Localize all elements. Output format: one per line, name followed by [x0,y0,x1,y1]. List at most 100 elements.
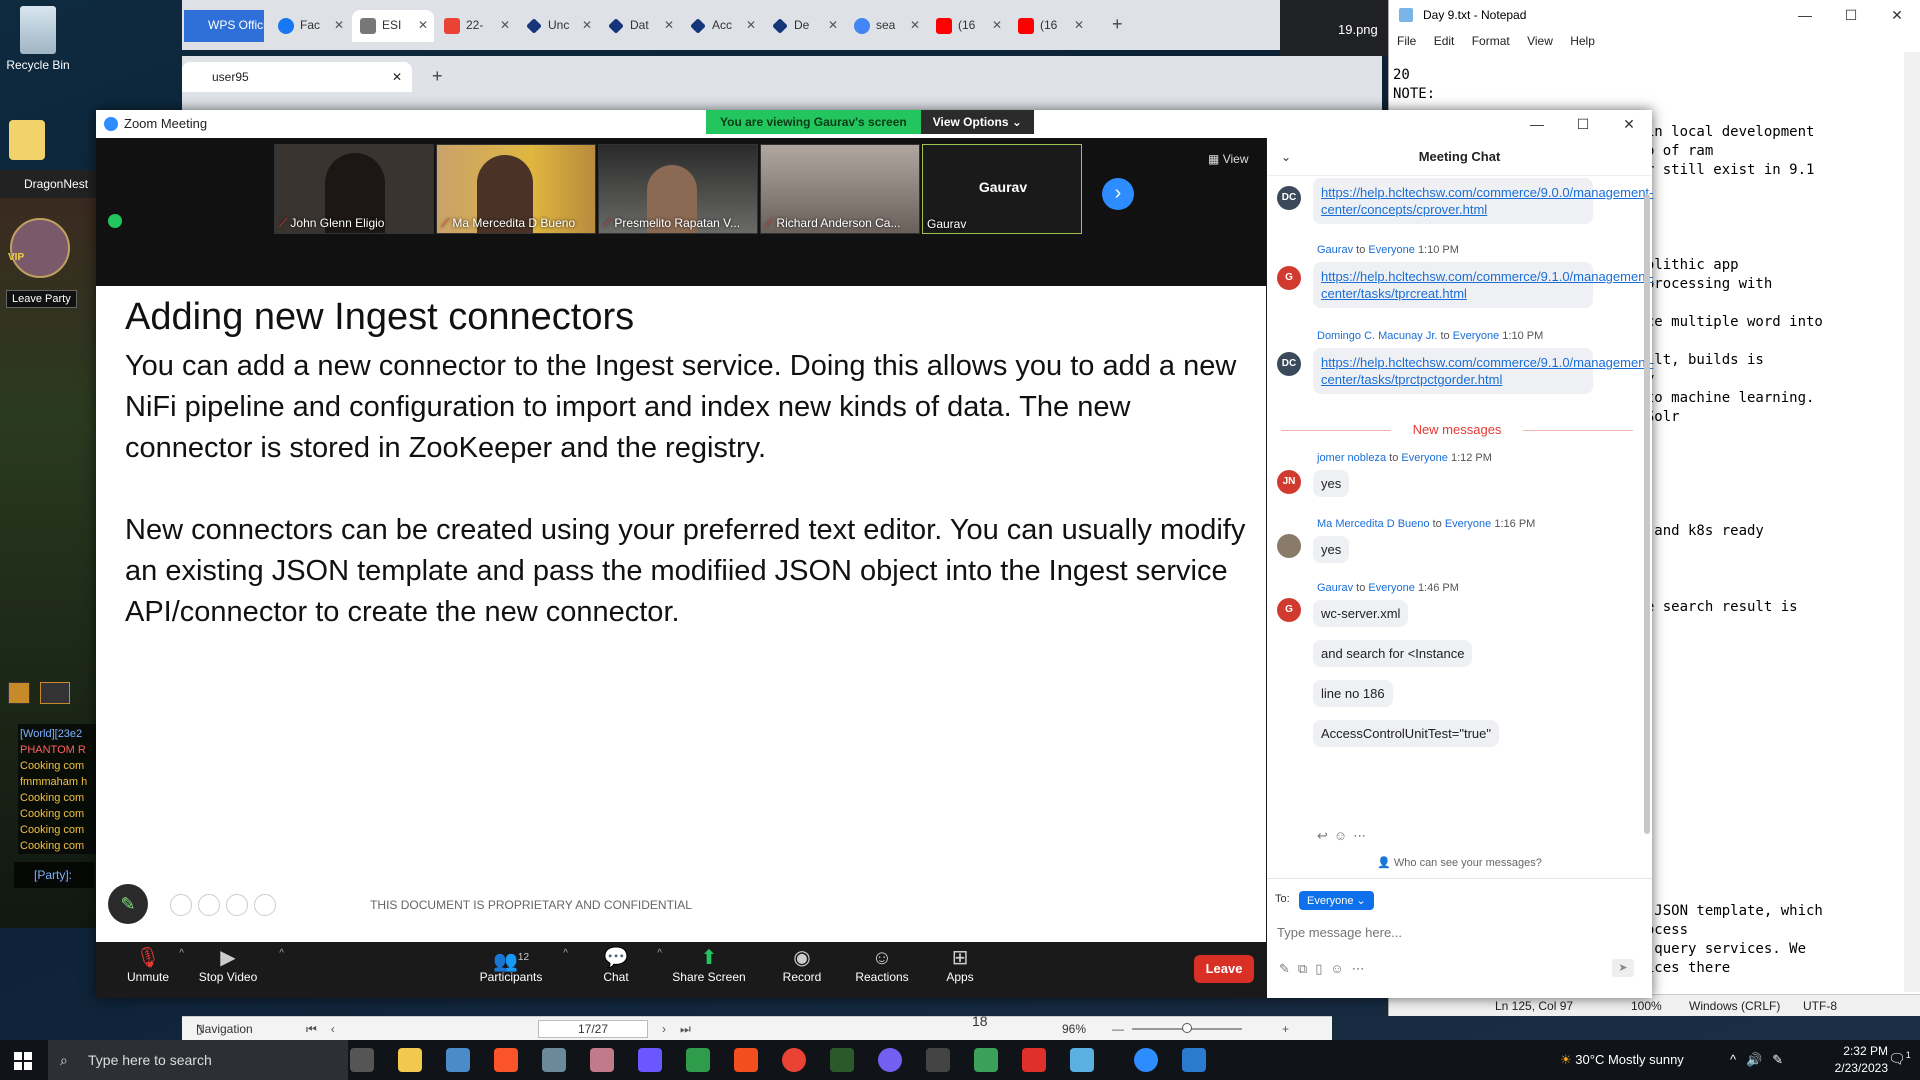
close-icon[interactable]: ✕ [500,18,510,32]
close-icon[interactable]: ✕ [1606,110,1652,138]
wps-icon[interactable] [1022,1048,1046,1072]
active-speaker-tile[interactable]: Gaurav Gaurav [922,144,1082,234]
close-icon[interactable]: ✕ [828,18,838,32]
browser-tab[interactable]: WPS Offici [184,10,264,42]
folder-shortcut[interactable] [2,120,52,164]
more-icon[interactable]: ⋯ [1353,828,1372,843]
zoom-in-icon[interactable]: + [1282,1017,1289,1041]
app-icon[interactable] [830,1048,854,1072]
browser-tab[interactable]: (16 ✕ [1010,10,1090,42]
minimize-icon[interactable]: — [1514,110,1560,138]
close-icon[interactable]: ✕ [910,18,920,32]
task-view-icon[interactable] [350,1048,374,1072]
audience-name[interactable]: Everyone [1368,582,1414,594]
sound-icon[interactable] [40,682,70,704]
menu-file[interactable]: File [1397,34,1416,48]
notepad-icon[interactable] [1070,1048,1094,1072]
sender-name[interactable]: jomer nobleza [1317,452,1386,464]
apps-button[interactable]: ⊞ Apps [920,946,1000,984]
screenshot-icon[interactable]: ⧉ [1298,961,1315,976]
file-icon[interactable]: ▯ [1315,961,1330,976]
emoji-icon[interactable]: ☺ [1330,961,1351,976]
zoom-out-icon[interactable]: — [1112,1017,1124,1041]
participant-tile[interactable]: ⟋ Presmelito Rapatan V... [598,144,758,234]
audience-name[interactable]: Everyone [1453,330,1499,342]
view-button[interactable]: ▦ View [1208,152,1248,166]
minimize-icon[interactable]: — [1782,0,1828,30]
participants-button[interactable]: 👥12 Participants ^ [466,946,568,984]
format-icon[interactable]: ✎ [1279,961,1298,976]
chat-link[interactable]: https://help.hcltechsw.com/commerce/9.0.… [1313,178,1653,224]
send-icon[interactable]: ➤ [1612,959,1634,977]
app-icon[interactable] [926,1048,950,1072]
party-chat-input[interactable]: [Party]: [14,862,94,888]
annotation-tool-icon[interactable] [198,894,220,916]
close-icon[interactable]: ✕ [992,18,1002,32]
weather-widget[interactable]: ☀ 30°C Mostly sunny [1560,1040,1684,1080]
volume-icon[interactable]: 🔊 [1746,1052,1772,1067]
app-icon[interactable] [446,1048,470,1072]
audience-name[interactable]: Everyone [1401,452,1447,464]
file-explorer-icon[interactable] [398,1048,422,1072]
taskbar-search[interactable]: ⌕ Type here to search [48,1040,348,1080]
clock[interactable]: 2:32 PM 2/23/2023 [1818,1043,1888,1077]
sender-name[interactable]: Ma Mercedita D Bueno [1317,518,1430,530]
zoom-slider[interactable] [1132,1023,1242,1033]
sender-name[interactable]: Domingo C. Macunay Jr. [1317,330,1437,342]
chevron-up-icon[interactable]: ^ [1730,1052,1746,1067]
who-can-see-link[interactable]: 👤 Who can see your messages? [1267,856,1652,869]
menu-help[interactable]: Help [1570,34,1595,48]
share-screen-button[interactable]: ⬆ Share Screen [664,946,754,984]
sender-name[interactable]: Gaurav [1317,582,1353,594]
notepadpp-icon[interactable] [686,1048,710,1072]
maximize-icon[interactable]: ☐ [1828,0,1874,30]
pen-icon[interactable]: ✎ [1772,1052,1793,1067]
windows-start-icon[interactable] [14,1052,32,1070]
zoom-slider-thumb[interactable] [1182,1023,1192,1033]
record-button[interactable]: ◉ Record [762,946,842,984]
intellij-icon[interactable] [638,1048,662,1072]
browser-tab[interactable]: sea ✕ [846,10,926,42]
browser-tab[interactable]: 22- ✕ [436,10,516,42]
chevron-up-icon[interactable]: ^ [657,948,662,959]
browser-tab-active[interactable]: user95 ✕ [182,62,412,92]
annotate-pen-icon[interactable]: ✎ [108,884,148,924]
page-nav-controls[interactable]: ⏮‹ [306,1017,349,1041]
chevron-up-icon[interactable]: ^ [279,948,284,959]
notification-icon[interactable]: 🗨1 [1888,1050,1911,1068]
close-icon[interactable]: ✕ [392,62,402,92]
dragonnest-bar[interactable]: DragonNest [0,170,96,198]
brave-icon[interactable] [494,1048,518,1072]
new-tab-button[interactable]: + [1112,14,1123,35]
app-icon[interactable] [974,1048,998,1072]
chrome-icon[interactable] [782,1048,806,1072]
chat-button[interactable]: 💬 Chat ^ [576,946,662,984]
next-page-arrow-icon[interactable]: › [1102,178,1134,210]
close-icon[interactable]: ✕ [746,18,756,32]
recipient-dropdown[interactable]: Everyone ⌄ [1299,891,1374,910]
viber-icon[interactable] [878,1048,902,1072]
audience-name[interactable]: Everyone [1445,518,1491,530]
menu-edit[interactable]: Edit [1434,34,1455,48]
annotation-tool-icon[interactable] [254,894,276,916]
sender-name[interactable]: Gaurav [1317,244,1353,256]
recycle-bin-shortcut[interactable]: Recycle Bin [0,6,76,72]
reactions-button[interactable]: ☺ Reactions [842,946,922,984]
chat-scrollbar[interactable] [1644,194,1650,834]
chevron-up-icon[interactable]: ^ [563,948,568,959]
close-icon[interactable]: ✕ [334,18,344,32]
more-icon[interactable]: ⋯ [1352,961,1373,976]
participant-tile[interactable]: ⟋ Ma Mercedita D Bueno [436,144,596,234]
menu-format[interactable]: Format [1472,34,1510,48]
emoji-reaction-icon[interactable]: ☺ [1334,828,1353,843]
figma-icon[interactable] [734,1048,758,1072]
notepad-scrollbar[interactable] [1904,52,1920,992]
photos-icon[interactable] [1182,1048,1206,1072]
page-nav-next[interactable]: ›⏭ [662,1017,705,1041]
browser-tab[interactable]: Dat ✕ [600,10,680,42]
chat-message-input[interactable] [1277,921,1637,943]
close-icon[interactable]: ✕ [664,18,674,32]
chat-link[interactable]: https://help.hcltechsw.com/commerce/9.1.… [1313,348,1653,394]
unmute-button[interactable]: 🎙 Unmute ^ [108,946,188,984]
stop-video-button[interactable]: ▶ Stop Video ^ [188,946,284,984]
